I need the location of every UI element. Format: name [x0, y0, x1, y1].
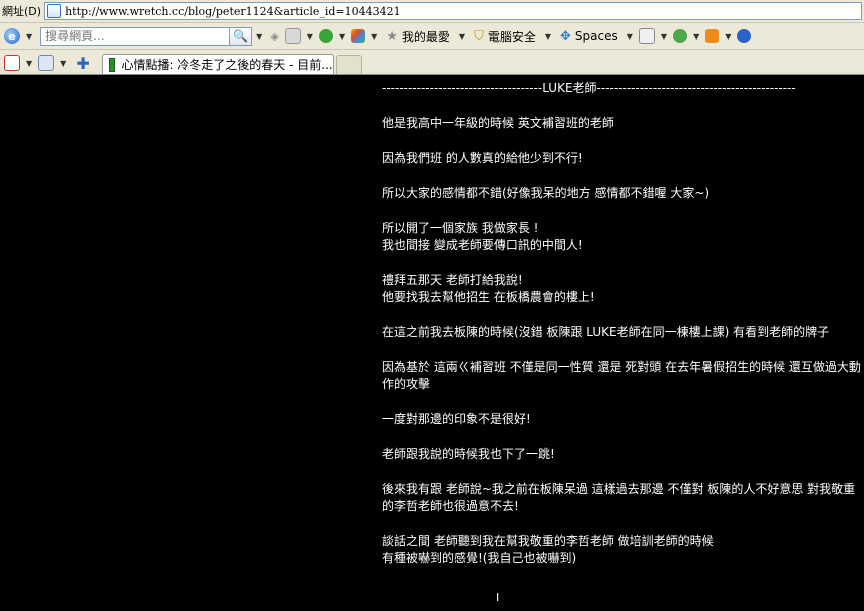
chevron-down-icon[interactable]: ▼ — [371, 32, 377, 41]
favorites-button[interactable]: ★ 我的最愛 — [386, 28, 450, 45]
highlight-icon[interactable]: ◈ — [270, 30, 278, 43]
article-paragraph: 因為基於 這兩ㄍ補習班 不僅是同一性質 還是 死對頭 在去年暑假招生的時候 還互… — [382, 359, 862, 393]
page-options-icon[interactable] — [284, 28, 301, 44]
tab-title: 心情點播: 冷冬走了之後的春天 - 目前... — [121, 58, 333, 72]
address-url[interactable]: http://www.wretch.cc/blog/peter1124&arti… — [65, 5, 401, 18]
star-icon: ★ — [386, 28, 398, 44]
article-paragraph: 他是我高中一年級的時候 英文補習班的老師 — [382, 115, 862, 132]
quick-tabs-icon[interactable] — [38, 55, 55, 71]
chevron-down-icon[interactable]: ▼ — [60, 59, 66, 68]
add-icon[interactable] — [318, 29, 333, 43]
chevron-down-icon[interactable]: ▼ — [339, 32, 345, 41]
msn-icon[interactable] — [351, 29, 366, 43]
chevron-down-icon[interactable]: ▼ — [459, 32, 465, 41]
page-icon — [47, 4, 62, 18]
article-paragraph: 所以開了一個家族 我做家長 ! 我也間接 變成老師要傳口訊的中間人! — [382, 220, 862, 254]
article-line: -------------------------------------LUK… — [382, 81, 796, 95]
article-line: 有種被嚇到的感覺!(我自己也被嚇到) — [382, 551, 577, 565]
article-paragraph: 老師跟我說的時候我也下了一跳! — [382, 446, 862, 463]
security-label: 電腦安全 — [487, 29, 536, 44]
chevron-down-icon[interactable]: ▼ — [627, 32, 633, 41]
add-favorite-icon[interactable]: ✚ — [76, 54, 89, 73]
article-line: 他是我高中一年級的時候 英文補習班的老師 — [382, 116, 614, 130]
search-button[interactable]: 🔍 — [230, 26, 253, 46]
article-line: 談話之間 老師聽到我在幫我敬重的李哲老師 做培訓老師的時候 — [382, 534, 714, 548]
article-line: 禮拜五那天 老師打給我說! — [382, 273, 523, 287]
article-paragraph: 談話之間 老師聽到我在幫我敬重的李哲老師 做培訓老師的時候 有種被嚇到的感覺!(我… — [382, 533, 862, 567]
article-line: 因為基於 這兩ㄍ補習班 不僅是同一性質 還是 死對頭 在去年暑假招生的時候 還互… — [382, 360, 861, 391]
tab-tools: ▼ ▼ ✚ — [0, 52, 96, 74]
article-line: 一度對那邊的印象不是很好! — [382, 412, 531, 426]
address-bar-row: 網址(D) http://www.wretch.cc/blog/peter112… — [0, 0, 864, 23]
text-cursor-icon: I — [496, 591, 500, 604]
chevron-down-icon[interactable]: ▼ — [307, 32, 313, 41]
article-line: 後來我有跟 老師說~我之前在板陳呆過 這樣過去那邊 不僅對 板陳的人不好意思 對… — [382, 482, 856, 513]
article-line: 所以大家的感情都不錯(好像我呆的地方 感情都不錯喔 大家~) — [382, 186, 710, 200]
favorites-label: 我的最愛 — [401, 29, 450, 44]
article-paragraph: 後來我有跟 老師說~我之前在板陳呆過 這樣過去那邊 不僅對 板陳的人不好意思 對… — [382, 481, 862, 515]
chevron-down-icon[interactable]: ▼ — [725, 32, 731, 41]
spaces-label: Spaces — [574, 29, 618, 43]
article-line: 在這之前我去板陳的時候(沒錯 板陳跟 LUKE老師在同一棟樓上課) 有看到老師的… — [382, 325, 830, 339]
tab-active[interactable]: 心情點播: 冷冬走了之後的春天 - 目前... — [101, 54, 334, 74]
article-line: 所以開了一個家族 我做家長 ! — [382, 221, 539, 235]
new-tab-button[interactable] — [335, 55, 362, 74]
magnifier-icon: 🔍 — [233, 29, 249, 43]
spaces-button[interactable]: ✥ Spaces — [560, 29, 618, 44]
article-paragraph: 因為我們班 的人數真的給他少到不行! — [382, 150, 862, 167]
article-paragraph: 所以大家的感情都不錯(好像我呆的地方 感情都不錯喔 大家~) — [382, 185, 862, 202]
browser-chrome: 網址(D) http://www.wretch.cc/blog/peter112… — [0, 0, 864, 75]
toolbar-row: e ▼ 🔍 ▼ ◈ ▼ ▼ ▼ ★ 我的最愛 ▼ ⛉ 電腦安全 ▼ ✥ Spac… — [0, 23, 864, 50]
spaces-icon: ✥ — [560, 28, 571, 44]
article-line: 他要找我去幫他招生 在板橋農會的樓上! — [382, 290, 595, 304]
search-options-icon[interactable]: ▼ — [256, 32, 262, 41]
chevron-down-icon[interactable]: ▼ — [545, 32, 551, 41]
help-icon[interactable] — [737, 29, 752, 43]
article-paragraph: -------------------------------------LUK… — [382, 80, 862, 97]
shield-icon: ⛉ — [474, 28, 484, 44]
mail-icon[interactable] — [638, 28, 655, 44]
messenger-icon[interactable] — [673, 29, 688, 43]
chevron-down-icon[interactable]: ▼ — [693, 32, 699, 41]
rss-icon[interactable] — [705, 29, 720, 43]
chevron-down-icon[interactable]: ▼ — [661, 32, 667, 41]
site-favicon-icon — [108, 57, 116, 72]
chevron-down-icon[interactable]: ▼ — [26, 59, 32, 68]
article-paragraph: 禮拜五那天 老師打給我說! 他要找我去幫他招生 在板橋農會的樓上! — [382, 272, 862, 306]
article-line: 因為我們班 的人數真的給他少到不行! — [382, 151, 583, 165]
article-body: -------------------------------------LUK… — [382, 80, 862, 567]
search-input[interactable] — [40, 26, 231, 46]
article-paragraph: 在這之前我去板陳的時候(沒錯 板陳跟 LUKE老師在同一棟樓上課) 有看到老師的… — [382, 324, 862, 341]
article-line: 我也間接 變成老師要傳口訊的中間人! — [382, 238, 583, 252]
address-label: 網址(D) — [2, 5, 42, 18]
tab-row: ▼ ▼ ✚ 心情點播: 冷冬走了之後的春天 - 目前... — [0, 50, 864, 75]
article-paragraph: 一度對那邊的印象不是很好! — [382, 411, 862, 428]
home-icon[interactable] — [4, 55, 20, 71]
security-button[interactable]: ⛉ 電腦安全 — [474, 28, 536, 45]
address-input[interactable]: http://www.wretch.cc/blog/peter1124&arti… — [44, 2, 862, 20]
chevron-down-icon[interactable]: ▼ — [26, 32, 32, 41]
windows-live-icon[interactable]: e — [4, 28, 20, 44]
article-line: 老師跟我說的時候我也下了一跳! — [382, 447, 555, 461]
